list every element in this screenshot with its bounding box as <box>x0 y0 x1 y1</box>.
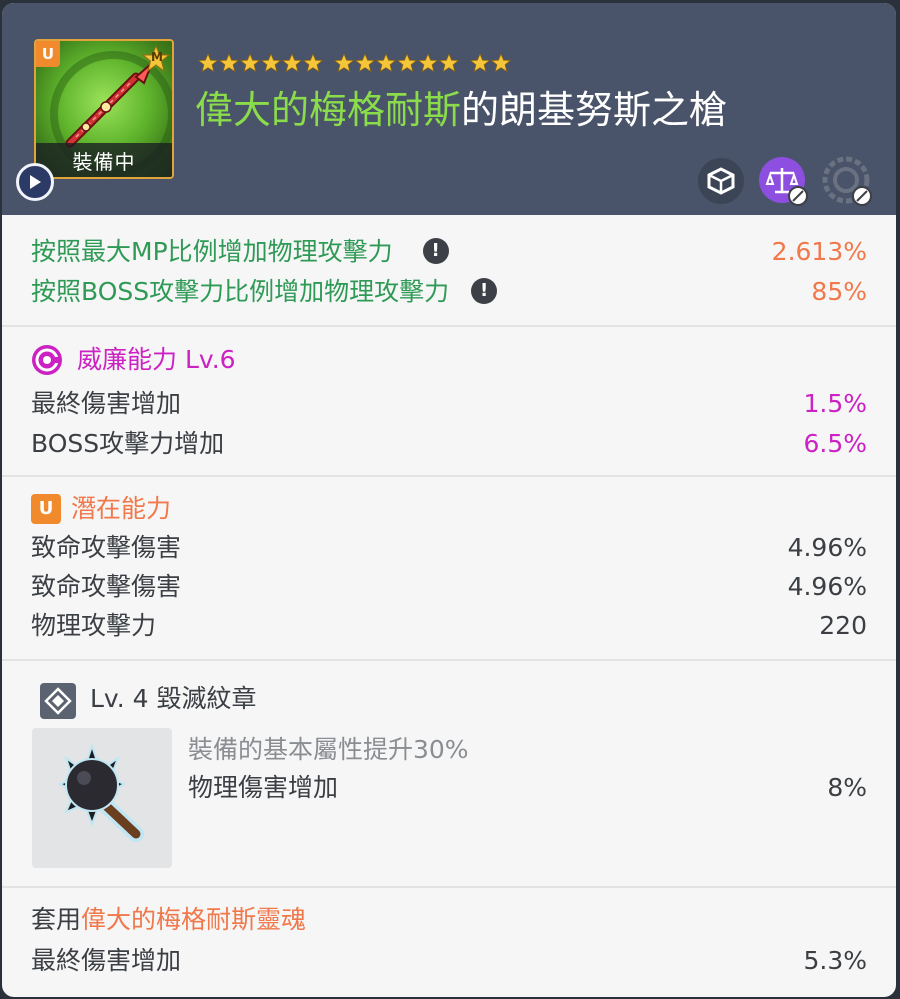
majesty-row: 最終傷害增加 1.5% <box>31 385 867 423</box>
star-icon <box>491 53 511 73</box>
emblem-item-box[interactable] <box>32 728 172 868</box>
gear-lock-icon[interactable] <box>822 156 874 208</box>
potential-badge: U <box>31 494 61 524</box>
majesty-row-label: BOSS攻擊力增加 <box>31 429 225 458</box>
star-force-stars <box>198 51 522 75</box>
potential-title: 潛在能力 <box>71 494 172 523</box>
item-tooltip-card: U M 裝備中 偉大的梅格耐斯的朗基努斯之槍 按照最大MP比例增加物理攻擊力 !… <box>2 3 896 997</box>
section-divider <box>2 325 896 327</box>
equipped-label: 裝備中 <box>36 143 172 177</box>
play-icon <box>30 175 41 189</box>
potential-row-value: 4.96% <box>787 572 867 601</box>
set-effect-prefix: 套用 <box>31 905 82 934</box>
potential-row: 致命攻擊傷害 4.96% <box>31 568 867 606</box>
base-option-label: 按照最大MP比例增加物理攻擊力 <box>31 237 393 266</box>
star-icon <box>198 53 218 73</box>
set-effect-header: 套用偉大的梅格耐斯靈魂 <box>31 901 867 939</box>
star-icon <box>219 53 239 73</box>
spiked-mace-icon <box>57 742 144 842</box>
majesty-icon <box>32 345 62 375</box>
item-icon[interactable]: U M 裝備中 <box>34 39 174 179</box>
base-option-value: 85% <box>811 277 867 306</box>
rarity-badge: U <box>36 41 60 67</box>
emblem-row-label: 物理傷害增加 <box>188 773 339 802</box>
star-icon <box>303 53 323 73</box>
item-title-rest: 的朗基努斯之槍 <box>461 88 728 132</box>
potential-row-value: 220 <box>819 611 867 640</box>
star-force-badge-label: M <box>151 50 163 64</box>
base-option-row: 按照BOSS攻擊力比例增加物理攻擊力 ! 85% <box>31 273 867 311</box>
star-group <box>198 53 324 73</box>
star-group <box>470 53 512 73</box>
star-icon <box>418 53 438 73</box>
majesty-row-value: 6.5% <box>803 429 867 458</box>
warning-icon[interactable]: ! <box>422 238 449 264</box>
section-divider <box>2 659 896 661</box>
emblem-row: 物理傷害增加 8% <box>188 769 867 807</box>
emblem-header: Lv. 4 毀滅紋章 <box>90 679 257 719</box>
potential-row-label: 物理攻擊力 <box>31 611 157 640</box>
set-effect-row-label: 最終傷害增加 <box>31 946 182 975</box>
base-option-label: 按照BOSS攻擊力比例增加物理攻擊力 <box>31 277 450 306</box>
section-divider <box>2 886 896 888</box>
base-option-value: 2.613% <box>771 237 867 266</box>
warning-icon[interactable]: ! <box>471 278 498 304</box>
potential-row: 物理攻擊力 220 <box>31 607 867 645</box>
spear-icon <box>65 62 153 148</box>
star-group <box>334 53 460 73</box>
potential-row-value: 4.96% <box>787 533 867 562</box>
play-button[interactable] <box>16 163 54 201</box>
star-icon <box>261 53 281 73</box>
emblem-diamond-icon <box>40 683 76 719</box>
item-title-highlight: 偉大的梅格耐斯 <box>195 88 462 132</box>
star-icon <box>397 53 417 73</box>
star-icon <box>240 53 260 73</box>
potential-row-label: 致命攻擊傷害 <box>31 572 182 601</box>
set-effect-name: 偉大的梅格耐斯靈魂 <box>81 905 307 934</box>
set-effect-row: 最終傷害增加 5.3% <box>31 942 867 980</box>
base-option-row: 按照最大MP比例增加物理攻擊力 ! 2.613% <box>31 233 867 271</box>
star-icon <box>470 53 490 73</box>
majesty-row: BOSS攻擊力增加 6.5% <box>31 425 867 463</box>
scale-icon[interactable] <box>758 156 810 208</box>
majesty-row-value: 1.5% <box>803 389 867 418</box>
star-icon <box>355 53 375 73</box>
majesty-row-label: 最終傷害增加 <box>31 389 182 418</box>
star-icon <box>282 53 302 73</box>
majesty-title: 威廉能力 Lv.6 <box>77 345 236 374</box>
star-icon <box>334 53 354 73</box>
item-title: 偉大的梅格耐斯的朗基努斯之槍 <box>195 85 727 135</box>
item-header: U M 裝備中 偉大的梅格耐斯的朗基努斯之槍 <box>2 3 896 215</box>
transfer-icon[interactable] <box>696 156 746 206</box>
emblem-title: Lv. 4 毀滅紋章 <box>90 684 257 713</box>
section-divider <box>2 475 896 477</box>
potential-row: 致命攻擊傷害 4.96% <box>31 529 867 567</box>
star-icon <box>439 53 459 73</box>
potential-header: U 潛在能力 <box>31 489 171 529</box>
set-effect-row-value: 5.3% <box>803 946 867 975</box>
majesty-header: 威廉能力 Lv.6 <box>31 340 236 380</box>
star-icon <box>376 53 396 73</box>
potential-row-label: 致命攻擊傷害 <box>31 533 182 562</box>
emblem-description: 裝備的基本屬性提升30% <box>188 735 469 764</box>
emblem-row-value: 8% <box>827 773 867 802</box>
